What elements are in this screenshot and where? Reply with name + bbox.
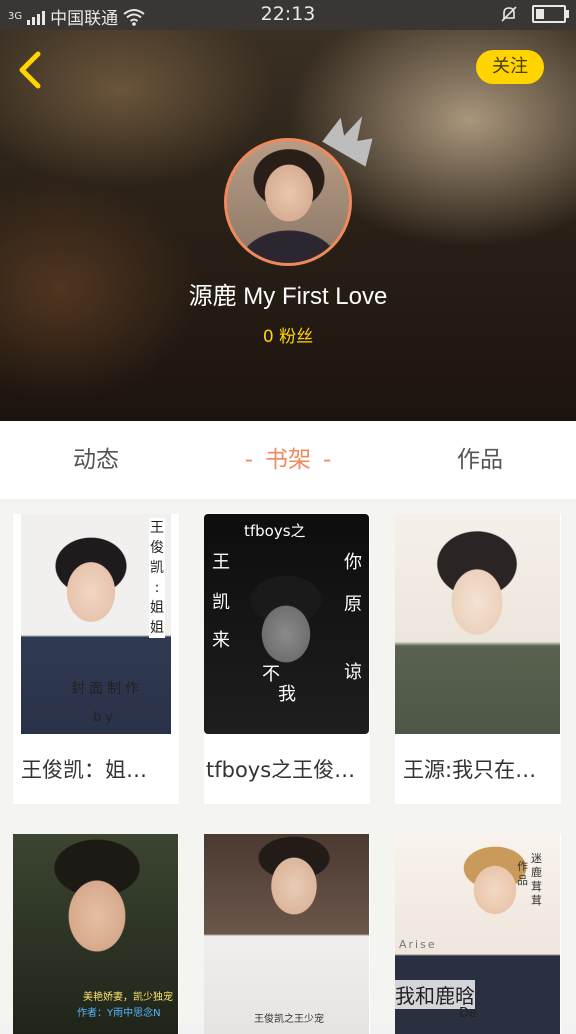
book-card[interactable]: Arise 我和鹿晗 De 迷鹿茸茸 作品	[395, 834, 561, 1034]
follow-button[interactable]: 关注	[476, 50, 544, 84]
cover-de-text: De	[459, 1006, 478, 1021]
cover-caption: 王俊凯之王少宠	[254, 1014, 324, 1025]
cover-char: 你	[344, 552, 362, 573]
book-title: 王俊凯：姐…	[21, 758, 147, 782]
cover-title-top: tfboys之	[244, 522, 306, 540]
book-card[interactable]: 美艳娇妻，凯少独宠 作者：Y雨中思念N	[13, 834, 179, 1034]
tab-works[interactable]: 作品	[384, 421, 576, 499]
tab-label: 作品	[457, 447, 503, 473]
book-card[interactable]: 王俊凯:姐姐 封面制作 by 王俊凯：姐…	[13, 514, 179, 804]
status-bar: 3G 中国联通 22:13	[0, 0, 576, 30]
book-card[interactable]: 王俊凯之王少宠	[204, 834, 370, 1034]
active-tab-dash: -	[323, 447, 332, 473]
profile-tabs: 动态 - 书架 - 作品	[0, 421, 576, 499]
active-tab-dash: -	[244, 447, 253, 473]
battery-icon	[532, 5, 569, 23]
cover-char: 原	[344, 594, 362, 615]
cover-char: 凯	[212, 592, 230, 613]
book-cover: 美艳娇妻，凯少独宠 作者：Y雨中思念N	[13, 834, 178, 1034]
cover-side-text: 迷鹿茸茸	[531, 852, 542, 907]
chevron-left-icon	[19, 51, 41, 89]
username: 源鹿 My First Love	[188, 283, 388, 310]
cover-caption: 美艳娇妻，凯少独宠	[83, 992, 173, 1003]
book-title: tfboys之王俊…	[206, 758, 356, 782]
mute-bell-icon	[501, 6, 517, 22]
status-time: 22:13	[260, 3, 316, 25]
cover-caption: 作者：Y雨中思念N	[77, 1008, 161, 1019]
tab-dynamics[interactable]: 动态	[0, 421, 192, 499]
book-cover: 王俊凯之王少宠	[204, 834, 369, 1034]
cover-vertical-title: 王俊凯:姐姐	[149, 518, 165, 638]
book-cover: tfboys之 王 凯 来 不 我 你 原 谅	[204, 514, 369, 734]
fans-count[interactable]: 0 粉丝	[0, 322, 576, 347]
book-title: 王源:我只在…	[403, 758, 537, 782]
cover-by-text: by	[93, 710, 117, 725]
tab-label: 动态	[73, 447, 119, 473]
cover-side-text: 作品	[517, 860, 528, 887]
tab-label: 书架	[265, 447, 311, 473]
book-cover	[395, 514, 560, 734]
cover-char: 王	[212, 552, 230, 573]
cover-char: 我	[278, 684, 296, 705]
cover-char: 来	[212, 630, 230, 651]
avatar-image	[224, 138, 352, 266]
cover-big-title: 我和鹿晗	[395, 980, 475, 1009]
book-cover: Arise 我和鹿晗 De 迷鹿茸茸 作品	[395, 834, 560, 1034]
book-card[interactable]: 王源:我只在…	[395, 514, 561, 804]
bookshelf-grid: 王俊凯:姐姐 封面制作 by 王俊凯：姐… tfboys之 王 凯 来 不 我 …	[0, 499, 576, 1034]
profile-header: 关注 源鹿 My First Love 0 粉丝	[0, 30, 576, 421]
avatar[interactable]	[224, 138, 352, 266]
cover-overlay-text: 封面制作	[71, 681, 143, 697]
book-cover: 王俊凯:姐姐 封面制作 by	[21, 514, 171, 734]
cover-char: 谅	[344, 662, 362, 683]
book-card[interactable]: tfboys之 王 凯 来 不 我 你 原 谅 tfboys之王俊…	[204, 514, 370, 804]
back-button[interactable]	[16, 50, 50, 90]
cover-small-text: Arise	[399, 938, 437, 951]
tab-bookshelf[interactable]: - 书架 -	[192, 421, 384, 499]
